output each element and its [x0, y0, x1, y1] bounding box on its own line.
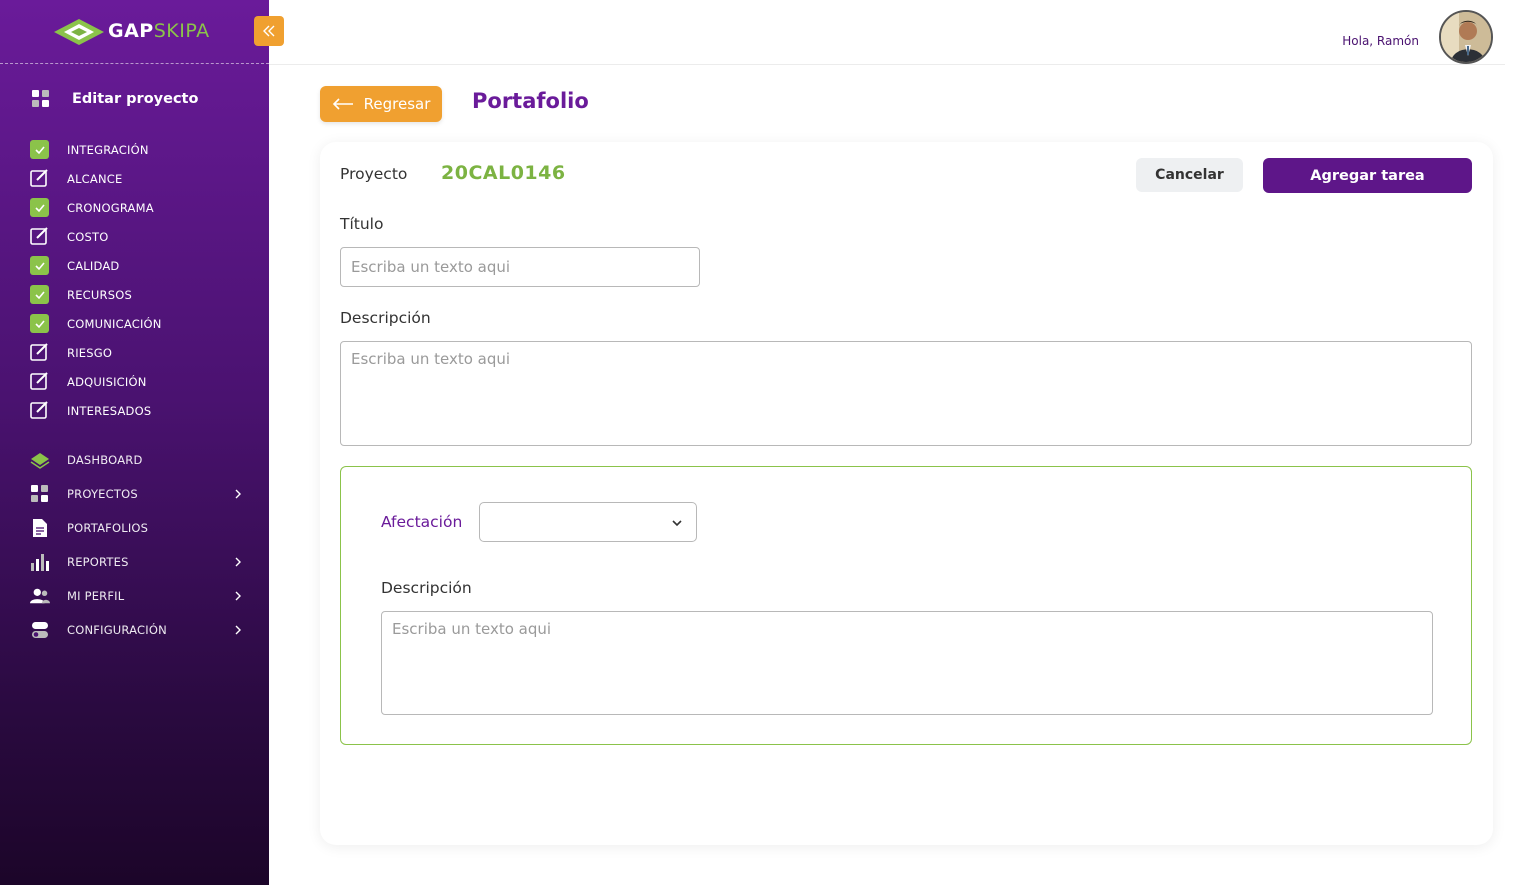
- edit-project-heading: Editar proyecto: [32, 86, 198, 112]
- nav-label: MI PERFIL: [67, 589, 125, 603]
- step-label: CRONOGRAMA: [67, 200, 154, 215]
- nav-label: PORTAFOLIOS: [67, 521, 149, 535]
- nav-label: REPORTES: [67, 555, 129, 569]
- layers-icon: [30, 450, 50, 470]
- step-riesgo[interactable]: RIESGO: [30, 338, 260, 367]
- logo-text-bold: GAP: [108, 20, 154, 42]
- logo-text: GAPSKIPA: [108, 19, 210, 43]
- chevron-right-icon: [235, 489, 241, 499]
- check-icon: [30, 256, 49, 275]
- bar-chart-icon: [30, 552, 50, 572]
- step-label: COSTO: [67, 229, 109, 244]
- document-icon: [30, 518, 50, 538]
- logo-text-light: SKIPA: [153, 20, 210, 42]
- project-steps-list: INTEGRACIÓN ALCANCE CRONOGRAMA COSTO CAL…: [30, 135, 260, 425]
- logo-area: GAPSKIPA: [0, 0, 284, 64]
- nav-reportes[interactable]: REPORTES: [30, 545, 255, 579]
- afectacion-select[interactable]: [479, 502, 697, 542]
- edit-icon: [30, 227, 49, 246]
- check-icon: [30, 198, 49, 217]
- grid-icon: [30, 484, 50, 504]
- project-code: 20CAL0146: [441, 162, 566, 184]
- chevron-right-icon: [235, 625, 241, 635]
- step-cronograma[interactable]: CRONOGRAMA: [30, 193, 260, 222]
- nav-configuracion[interactable]: CONFIGURACIÓN: [30, 613, 255, 647]
- check-icon: [30, 314, 49, 333]
- step-alcance[interactable]: ALCANCE: [30, 164, 260, 193]
- nav-mi-perfil[interactable]: MI PERFIL: [30, 579, 255, 613]
- logo-icon: [54, 19, 104, 45]
- nav-label: DASHBOARD: [67, 453, 143, 467]
- title-input[interactable]: [340, 247, 700, 287]
- main-nav: DASHBOARD PROYECTOS PORTAFOLIOS REPORTES…: [30, 443, 255, 647]
- step-comunicacion[interactable]: COMUNICACIÓN: [30, 309, 260, 338]
- description-input[interactable]: [340, 341, 1472, 446]
- afectacion-description-input[interactable]: [381, 611, 1433, 715]
- afectacion-section: Afectación Descripción: [340, 466, 1472, 745]
- step-label: ALCANCE: [67, 171, 123, 186]
- step-label: RIESGO: [67, 345, 113, 360]
- nav-label: CONFIGURACIÓN: [67, 623, 167, 637]
- chevron-right-icon: [235, 591, 241, 601]
- step-calidad[interactable]: CALIDAD: [30, 251, 260, 280]
- step-label: COMUNICACIÓN: [67, 316, 162, 331]
- title-label: Título: [340, 215, 384, 233]
- arrow-left-icon: [332, 98, 353, 110]
- nav-proyectos[interactable]: PROYECTOS: [30, 477, 255, 511]
- step-integracion[interactable]: INTEGRACIÓN: [30, 135, 260, 164]
- add-task-button[interactable]: Agregar tarea: [1263, 158, 1472, 193]
- edit-project-title: Editar proyecto: [72, 91, 199, 107]
- user-greeting: Hola, Ramón: [1342, 34, 1419, 48]
- step-label: INTERESADOS: [67, 403, 152, 418]
- step-label: CALIDAD: [67, 258, 120, 273]
- step-label: ADQUISICIÓN: [67, 374, 147, 389]
- user-avatar[interactable]: [1439, 10, 1493, 64]
- check-icon: [30, 285, 49, 304]
- step-label: RECURSOS: [67, 287, 132, 302]
- step-recursos[interactable]: RECURSOS: [30, 280, 260, 309]
- back-button[interactable]: Regresar: [320, 86, 442, 122]
- avatar-image: [1441, 12, 1491, 62]
- edit-icon: [30, 372, 49, 391]
- step-label: INTEGRACIÓN: [67, 142, 149, 157]
- chevron-down-icon: [672, 520, 682, 527]
- sidebar: GAPSKIPA Editar proyecto INTEGRACIÓN ALC…: [0, 0, 284, 885]
- back-button-label: Regresar: [363, 95, 431, 113]
- nav-portafolios[interactable]: PORTAFOLIOS: [30, 511, 255, 545]
- nav-dashboard[interactable]: DASHBOARD: [30, 443, 255, 477]
- project-label: Proyecto: [340, 165, 408, 183]
- task-form-card: Proyecto 20CAL0146 Cancelar Agregar tare…: [320, 142, 1493, 845]
- grid-icon: [32, 90, 49, 107]
- top-bar: Hola, Ramón: [269, 0, 1505, 65]
- users-icon: [30, 586, 50, 606]
- edit-icon: [30, 401, 49, 420]
- afectacion-description-label: Descripción: [381, 579, 472, 597]
- step-adquisicion[interactable]: ADQUISICIÓN: [30, 367, 260, 396]
- description-label: Descripción: [340, 309, 431, 327]
- toggle-icon: [30, 620, 50, 640]
- chevron-right-icon: [235, 557, 241, 567]
- nav-label: PROYECTOS: [67, 487, 138, 501]
- afectacion-label: Afectación: [381, 513, 463, 531]
- page-title: Portafolio: [472, 89, 589, 113]
- edit-icon: [30, 169, 49, 188]
- edit-icon: [30, 343, 49, 362]
- step-interesados[interactable]: INTERESADOS: [30, 396, 260, 425]
- check-icon: [30, 140, 49, 159]
- step-costo[interactable]: COSTO: [30, 222, 260, 251]
- cancel-button[interactable]: Cancelar: [1136, 158, 1243, 192]
